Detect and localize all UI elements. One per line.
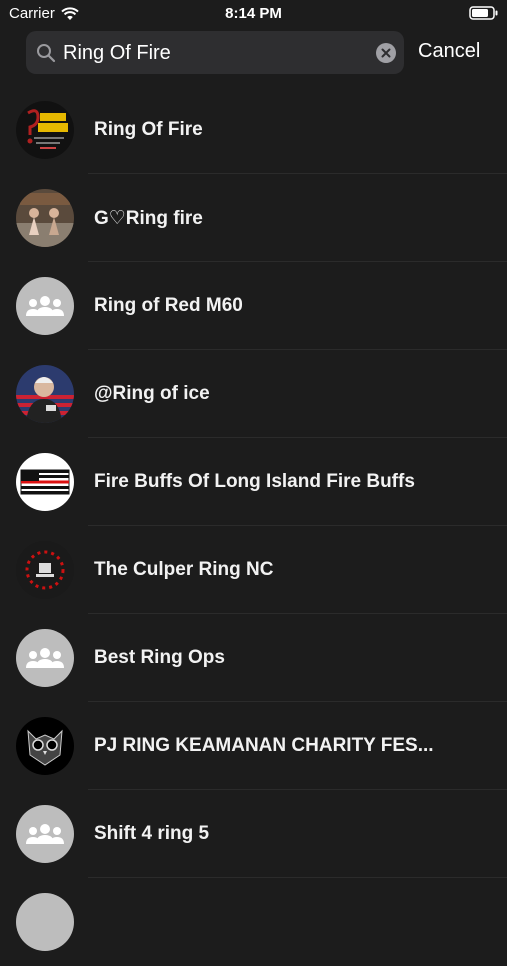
flag-avatar: [16, 453, 74, 511]
item-title: @Ring of ice: [94, 383, 210, 404]
results-list: Ring Of Fire G♡Ring fire Ring of Red M60…: [0, 86, 507, 966]
list-item[interactable]: Fire Buffs Of Long Island Fire Buffs: [0, 438, 507, 526]
list-item[interactable]: PJ RING KEAMANAN CHARITY FES...: [0, 702, 507, 790]
item-title: Shift 4 ring 5: [94, 823, 210, 844]
list-item[interactable]: Ring Of Fire: [0, 86, 507, 174]
item-title: The Culper Ring NC: [94, 559, 274, 580]
group-avatar: [16, 893, 74, 951]
list-item[interactable]: The Culper Ring NC: [0, 526, 507, 614]
search-query-text: Ring Of Fire: [63, 42, 171, 64]
battery-icon: [469, 6, 498, 20]
cancel-button[interactable]: Cancel: [418, 40, 480, 63]
owl-avatar: [16, 717, 74, 775]
clear-search-icon[interactable]: [376, 43, 396, 63]
item-title: Fire Buffs Of Long Island Fire Buffs: [94, 471, 415, 492]
group-icon: [26, 648, 64, 668]
item-title: PJ RING KEAMANAN CHARITY FES...: [94, 735, 434, 756]
emblem-avatar: [16, 541, 74, 599]
list-item[interactable]: @Ring of ice: [0, 350, 507, 438]
group-icon: [26, 296, 64, 316]
search-input[interactable]: Ring Of Fire: [26, 31, 404, 74]
list-item[interactable]: G♡Ring fire: [0, 174, 507, 262]
list-item[interactable]: Ring of Red M60: [0, 262, 507, 350]
group-avatar: [16, 277, 74, 335]
trivia-teasers-avatar: [16, 101, 74, 159]
list-item[interactable]: Shift 4 ring 5: [0, 790, 507, 878]
photo-avatar: [16, 189, 74, 247]
search-icon: [37, 44, 56, 63]
item-title: G♡Ring fire: [94, 208, 203, 229]
list-item-partial[interactable]: [0, 878, 507, 966]
list-item[interactable]: Best Ring Ops: [0, 614, 507, 702]
group-avatar: [16, 805, 74, 863]
item-title: Ring of Red M60: [94, 295, 243, 316]
group-avatar: [16, 629, 74, 687]
item-title: Ring Of Fire: [94, 119, 203, 140]
item-title: Best Ring Ops: [94, 647, 225, 668]
group-icon: [26, 824, 64, 844]
status-bar: Carrier 8:14 PM: [0, 0, 507, 28]
status-time: 8:14 PM: [225, 5, 282, 22]
search-bar: Ring Of Fire Cancel: [0, 28, 507, 86]
photo-avatar: [16, 365, 74, 423]
